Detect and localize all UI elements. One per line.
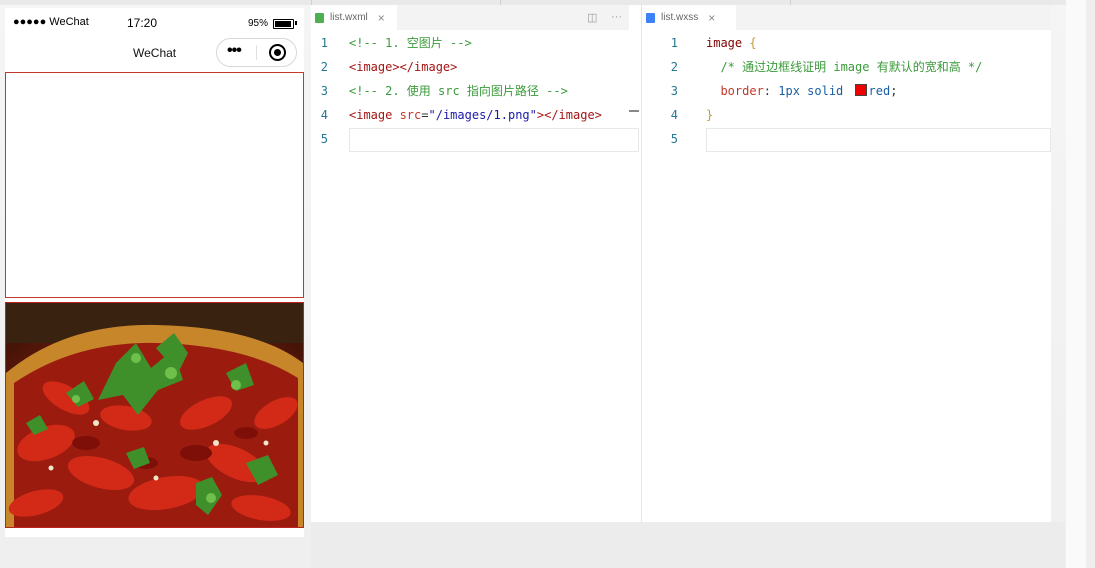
line-number: 2: [670, 60, 678, 74]
code-token: red: [868, 84, 891, 98]
code-token: <!-- 1. 空图片 -->: [349, 36, 472, 50]
tab-bar: list.wxml × ◫ ··· list.wxss ×: [311, 5, 1051, 30]
battery-icon: [273, 19, 294, 29]
target-icon[interactable]: [269, 44, 286, 61]
code-line[interactable]: image {: [706, 31, 757, 55]
more-actions-icon[interactable]: ···: [611, 11, 622, 23]
code-token: <image: [349, 108, 400, 122]
code-line[interactable]: <image></image>: [349, 55, 457, 79]
line-number: 5: [320, 132, 328, 146]
wxss-code-pane[interactable]: 1 image {2 /* 通过边框线证明 image 有默认的宽和高 */3 b…: [642, 31, 1051, 521]
current-line-highlight: [349, 128, 639, 152]
code-token: border: [706, 84, 764, 98]
close-icon[interactable]: ×: [708, 11, 715, 25]
code-editor: list.wxml × ◫ ··· list.wxss × 1 <!-- 1. 空…: [311, 5, 1051, 522]
more-dots-icon[interactable]: •••: [227, 42, 242, 60]
code-token: {: [749, 36, 757, 50]
code-line[interactable]: }: [706, 103, 713, 127]
capsule-divider: [256, 45, 257, 60]
battery-percent: 95%: [248, 18, 269, 29]
nav-title: WeChat: [133, 46, 177, 60]
wxss-file-icon: [646, 12, 655, 23]
carrier-label: ●●●●● WeChat: [13, 16, 89, 28]
code-token: /* 通过边框线证明 image 有默认的宽和高 */: [706, 60, 983, 74]
line-number: 3: [670, 84, 678, 98]
code-line[interactable]: <!-- 2. 使用 src 指向图片路径 -->: [349, 79, 568, 103]
crayfish-photo: [5, 302, 304, 528]
battery-tip: [295, 21, 297, 25]
wxml-file-icon: [315, 12, 324, 23]
capsule-menu[interactable]: •••: [216, 38, 297, 67]
tab-list-wxml[interactable]: list.wxml ×: [311, 5, 397, 30]
split-editor-icon[interactable]: ◫: [587, 11, 597, 24]
status-bar: ●●●●● WeChat 17:20 95%: [5, 8, 304, 30]
line-number: 2: [320, 60, 328, 74]
code-token: }: [706, 108, 714, 122]
line-number: 4: [670, 108, 678, 122]
line-number: 3: [320, 84, 328, 98]
line-number: 1: [670, 36, 678, 50]
tab-label: list.wxml: [330, 12, 368, 23]
line-number: 4: [320, 108, 328, 122]
split-handle[interactable]: [629, 110, 639, 112]
pane-divider: [629, 5, 642, 522]
right-scrollbar[interactable]: [1066, 0, 1086, 568]
code-token: =: [421, 108, 429, 122]
code-token: ;: [890, 84, 898, 98]
code-token: image: [706, 36, 750, 50]
code-line[interactable]: /* 通过边框线证明 image 有默认的宽和高 */: [706, 55, 982, 79]
phone-simulator: ●●●●● WeChat 17:20 95% WeChat •••: [5, 8, 304, 537]
code-token: src: [399, 108, 422, 122]
code-token: :: [763, 84, 779, 98]
current-line-highlight: [706, 128, 1051, 152]
color-swatch-icon[interactable]: [854, 84, 867, 96]
wxml-code-pane[interactable]: 1 <!-- 1. 空图片 --> 2 <image></image> 3 <!-- 2.…: [311, 31, 639, 521]
clock-label: 17:20: [127, 16, 158, 30]
desktop: ●●●●● WeChat 17:20 95% WeChat ••• list.w…: [0, 0, 1095, 568]
line-number: 1: [320, 36, 328, 50]
window-edge: [1086, 0, 1095, 568]
tab-list-wxss[interactable]: list.wxss ×: [642, 5, 736, 30]
empty-image-box: [5, 72, 304, 298]
code-line[interactable]: <!-- 1. 空图片 -->: [349, 31, 472, 55]
code-token: <image></image>: [349, 60, 458, 74]
code-line[interactable]: border: 1px solid red;: [706, 79, 897, 103]
tab-label: list.wxss: [661, 12, 699, 23]
code-line[interactable]: <image src="/images/1.png"></image>: [349, 103, 602, 127]
code-token: ></image>: [536, 108, 602, 122]
close-icon[interactable]: ×: [378, 11, 385, 25]
code-token: 1px solid: [778, 84, 851, 98]
code-token: <!-- 2. 使用 src 指向图片路径 -->: [349, 84, 568, 98]
bottom-panel: [311, 522, 1065, 568]
line-number: 5: [670, 132, 678, 146]
code-token: "/images/1.png": [428, 108, 537, 122]
